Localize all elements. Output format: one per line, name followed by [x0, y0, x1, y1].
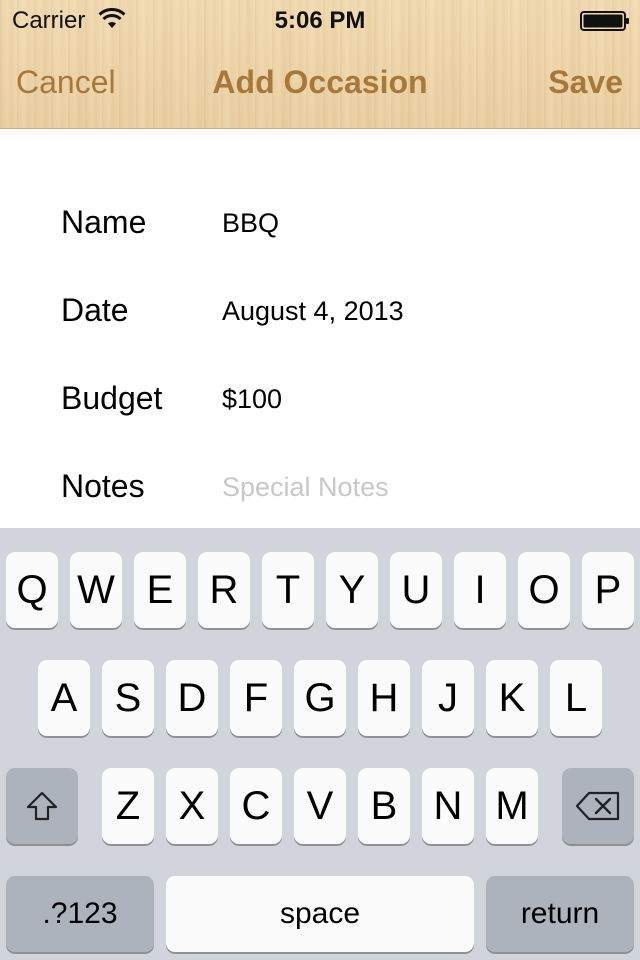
key-p[interactable]: P: [582, 552, 634, 628]
name-field[interactable]: [222, 208, 602, 239]
status-bar: Carrier 5:06 PM: [0, 0, 640, 40]
notes-label: Notes: [61, 468, 145, 504]
notes-row: Notes: [0, 456, 640, 516]
key-z[interactable]: Z: [102, 768, 154, 844]
key-a[interactable]: A: [38, 660, 90, 736]
key-q[interactable]: Q: [6, 552, 58, 628]
notes-field[interactable]: [222, 472, 602, 503]
key-d[interactable]: D: [166, 660, 218, 736]
key-i[interactable]: I: [454, 552, 506, 628]
key-u[interactable]: U: [390, 552, 442, 628]
shift-key[interactable]: [6, 768, 78, 844]
delete-icon: [575, 791, 621, 821]
name-row: Name: [0, 192, 640, 252]
key-n[interactable]: N: [422, 768, 474, 844]
date-label: Date: [61, 292, 129, 328]
budget-label: Budget: [61, 380, 163, 416]
page-title: Add Occasion: [212, 64, 428, 100]
shift-icon: [25, 790, 59, 822]
keyboard: Q W E R T Y U I O P A S D F G H J K L Z …: [0, 528, 640, 960]
budget-field[interactable]: [222, 384, 602, 415]
key-r[interactable]: R: [198, 552, 250, 628]
key-v[interactable]: V: [294, 768, 346, 844]
key-g[interactable]: G: [294, 660, 346, 736]
date-row: Date: [0, 280, 640, 340]
key-j[interactable]: J: [422, 660, 474, 736]
key-t[interactable]: T: [262, 552, 314, 628]
key-b[interactable]: B: [358, 768, 410, 844]
key-x[interactable]: X: [166, 768, 218, 844]
key-f[interactable]: F: [230, 660, 282, 736]
delete-key[interactable]: [562, 768, 634, 844]
return-key[interactable]: return: [486, 876, 634, 952]
key-c[interactable]: C: [230, 768, 282, 844]
occasion-form: Name Date Budget Notes: [0, 130, 640, 528]
key-m[interactable]: M: [486, 768, 538, 844]
key-h[interactable]: H: [358, 660, 410, 736]
name-label: Name: [61, 204, 147, 240]
date-field[interactable]: [222, 296, 602, 327]
space-key[interactable]: space: [166, 876, 474, 952]
key-y[interactable]: Y: [326, 552, 378, 628]
save-button[interactable]: Save: [548, 64, 623, 101]
key-e[interactable]: E: [134, 552, 186, 628]
numbers-key[interactable]: .?123: [6, 876, 154, 952]
key-w[interactable]: W: [70, 552, 122, 628]
navigation-header: Carrier 5:06 PM Cancel Add Occasion Save: [0, 0, 640, 129]
key-l[interactable]: L: [550, 660, 602, 736]
key-s[interactable]: S: [102, 660, 154, 736]
battery-icon: [580, 10, 630, 32]
key-k[interactable]: K: [486, 660, 538, 736]
budget-row: Budget: [0, 368, 640, 428]
key-o[interactable]: O: [518, 552, 570, 628]
status-time: 5:06 PM: [274, 7, 366, 34]
